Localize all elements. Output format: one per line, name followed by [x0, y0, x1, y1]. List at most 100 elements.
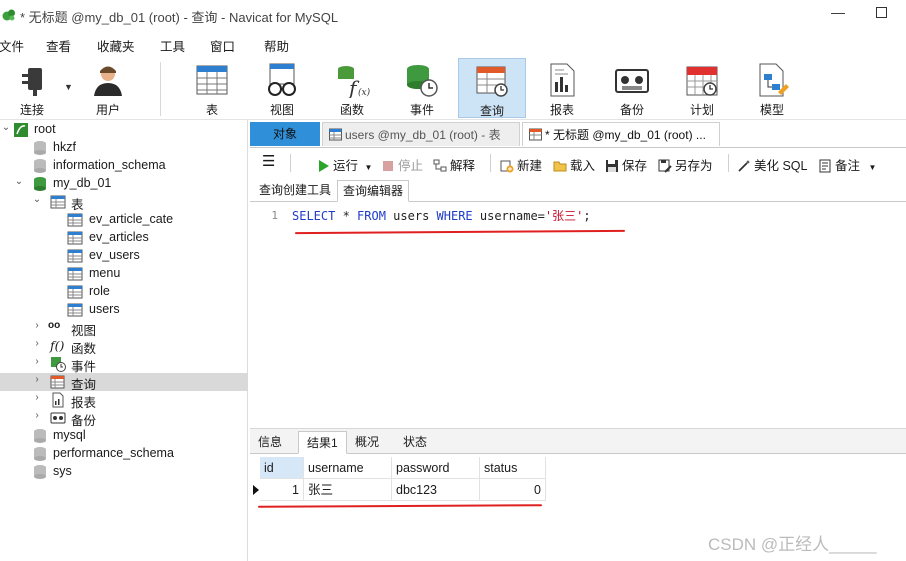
schedule-button[interactable]: 计划 [668, 58, 736, 118]
notes-dropdown-icon[interactable]: ▼ [869, 163, 877, 172]
expand-icon[interactable]: › [31, 320, 43, 331]
tree-label: ev_articles [89, 230, 149, 244]
run-dropdown-icon[interactable]: ▼ [365, 163, 373, 172]
run-button[interactable]: 运行 ▼ [316, 155, 372, 174]
table-cell[interactable]: dbc123 [392, 479, 480, 501]
notes-button[interactable]: 备注 ▼ [818, 155, 876, 174]
hamburger-menu-icon[interactable]: ☰ [262, 152, 275, 170]
column-header-password[interactable]: password [392, 457, 480, 479]
table-cell[interactable]: 1 [260, 479, 304, 501]
user-button[interactable]: 用户 [74, 58, 142, 118]
tree-table-item[interactable]: ev_users [0, 247, 248, 265]
document-tab-strip: 对象 users @my_db_01 (root) - 表 * 无标题 @my_… [250, 120, 906, 148]
collapse-icon[interactable]: ⌄ [13, 176, 25, 187]
menu-favorites[interactable]: 收藏夹 [97, 36, 135, 55]
title-bar: * 无标题 @my_db_01 (root) - 查询 - Navicat fo… [0, 0, 906, 30]
tree-group-functions[interactable]: › f() 函数 [0, 337, 248, 356]
minimize-button[interactable]: — [826, 4, 850, 24]
tree-table-item[interactable]: menu [0, 265, 248, 283]
query-icon [529, 128, 542, 141]
beautify-sql-button[interactable]: 美化 SQL [737, 155, 808, 174]
tree-table-item[interactable]: ev_articles [0, 229, 248, 247]
table-icon [67, 303, 83, 317]
sql-editor[interactable]: 1 SELECT * FROM users WHERE username='张三… [250, 202, 906, 426]
menu-tools[interactable]: 工具 [160, 36, 185, 55]
explain-button[interactable]: 解释 [433, 155, 475, 174]
mysql-connection-icon [14, 123, 28, 137]
tab-profile[interactable]: 概况 [347, 431, 387, 454]
column-header-status[interactable]: status [480, 457, 546, 479]
menu-window[interactable]: 窗口 [210, 36, 235, 55]
tree-db-my-db-01[interactable]: ⌄ my_db_01 [0, 175, 248, 193]
menu-view[interactable]: 查看 [46, 36, 71, 55]
table-button[interactable]: 表 [178, 58, 246, 118]
expand-icon[interactable]: › [31, 338, 43, 349]
connect-dropdown-icon[interactable]: ▼ [64, 82, 73, 92]
backup-button[interactable]: 备份 [598, 58, 666, 118]
tree-table-item[interactable]: ev_article_cate [0, 211, 248, 229]
tab-users-table[interactable]: users @my_db_01 (root) - 表 [322, 122, 520, 146]
tree-group-views[interactable]: › oo 视图 [0, 319, 248, 338]
report-button[interactable]: 报表 [528, 58, 596, 118]
new-query-button[interactable]: 新建 [500, 155, 542, 174]
user-label: 用户 [95, 103, 120, 117]
connect-label: 连接 [19, 103, 44, 117]
database-icon [34, 141, 46, 155]
save-as-button[interactable]: 另存为 [658, 155, 713, 174]
collapse-icon[interactable]: ⌄ [0, 122, 12, 133]
table-icon [329, 128, 342, 141]
sql-code-line[interactable]: SELECT * FROM users WHERE username='张三'; [292, 207, 591, 224]
table-cell[interactable]: 张三 [304, 479, 392, 501]
tree-group-reports[interactable]: › 报表 [0, 391, 248, 410]
maximize-button[interactable] [872, 4, 892, 24]
table-cell[interactable]: 0 [480, 479, 546, 501]
tree-table-item[interactable]: users [0, 301, 248, 319]
backup-tape-icon [50, 412, 66, 424]
save-button[interactable]: 保存 [605, 155, 647, 174]
view-button[interactable]: 视图 [248, 58, 316, 118]
tab-result-1[interactable]: 结果1 [298, 431, 347, 454]
tree-db-sys[interactable]: sys [0, 463, 248, 481]
tree-label: ev_article_cate [89, 212, 174, 226]
tab-status[interactable]: 状态 [395, 431, 435, 454]
tree-group-events[interactable]: › 事件 [0, 355, 248, 374]
model-button[interactable]: 模型 [738, 58, 806, 118]
line-gutter: 1 [250, 202, 286, 426]
tree-label: information_schema [53, 158, 166, 172]
tree-group-queries[interactable]: › 查询 [0, 373, 248, 392]
model-label: 模型 [759, 103, 784, 117]
stop-button[interactable]: 停止 [381, 155, 423, 174]
function-button[interactable]: f (x) 函数 [318, 58, 386, 118]
column-header-username[interactable]: username [304, 457, 392, 479]
tab-query-builder[interactable]: 查询创建工具 [254, 180, 336, 202]
event-icon [51, 357, 66, 372]
sql-keyword-where: WHERE [436, 209, 473, 223]
menu-file[interactable]: 文件 [0, 36, 24, 55]
event-button[interactable]: 事件 [388, 58, 456, 118]
tab-query-editor[interactable]: 查询编辑器 [337, 180, 410, 202]
tree-group-tables[interactable]: ⌄ 表 [0, 193, 248, 212]
load-button[interactable]: 载入 [553, 155, 595, 174]
tree-db-mysql[interactable]: mysql [0, 427, 248, 445]
query-button[interactable]: 查询 [458, 58, 526, 118]
expand-icon[interactable]: › [31, 374, 43, 385]
column-header-id[interactable]: id [260, 457, 304, 479]
connect-button[interactable]: 连接 [0, 58, 66, 118]
tree-table-item[interactable]: role [0, 283, 248, 301]
expand-icon[interactable]: › [31, 392, 43, 403]
tree-db-performance-schema[interactable]: performance_schema [0, 445, 248, 463]
collapse-icon[interactable]: ⌄ [31, 194, 43, 205]
expand-icon[interactable]: › [31, 356, 43, 367]
function-icon: f (x) [338, 66, 370, 98]
tree-db-information-schema[interactable]: information_schema [0, 157, 248, 175]
tab-objects[interactable]: 对象 [250, 122, 320, 146]
explain-icon [433, 159, 447, 172]
tab-untitled-query[interactable]: * 无标题 @my_db_01 (root) ... [522, 122, 720, 146]
expand-icon[interactable]: › [31, 410, 43, 421]
tree-db-hkzf[interactable]: hkzf [0, 139, 248, 157]
tree-connection-root[interactable]: ⌄ root [0, 121, 248, 139]
tab-info[interactable]: 信息 [250, 431, 290, 454]
save-as-icon [658, 159, 672, 173]
menu-help[interactable]: 帮助 [264, 36, 289, 55]
tree-group-backups[interactable]: › 备份 [0, 409, 248, 428]
